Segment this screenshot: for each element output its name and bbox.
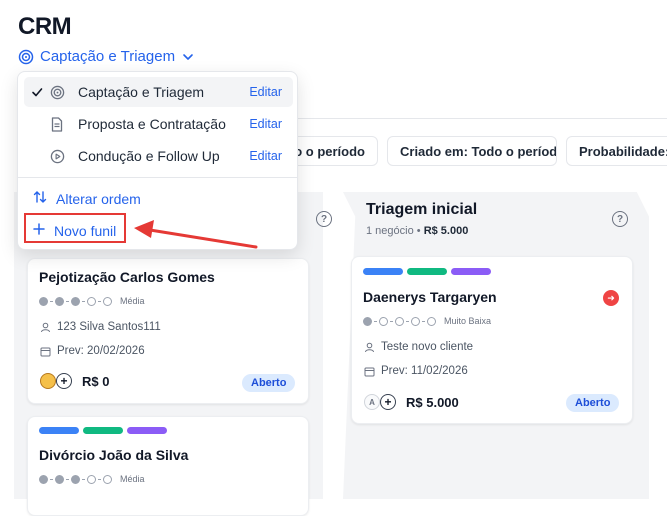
funnel-option-label: Captação e Triagem	[78, 84, 205, 100]
probability-label: Média	[120, 474, 145, 484]
filter-period-label: do o período	[286, 143, 365, 159]
funnel-option-proposta[interactable]: Proposta e Contratação Editar	[24, 109, 293, 139]
tag	[451, 268, 491, 275]
edit-funnel-link[interactable]: Editar	[249, 149, 282, 163]
sort-arrows-icon	[32, 189, 48, 208]
deal-value: A + R$ 5.000	[364, 394, 459, 410]
column-title: Triagem inicial	[366, 201, 478, 218]
dropdown-divider	[18, 177, 297, 178]
tag	[83, 427, 123, 434]
probability-label: Muito Baixa	[444, 316, 492, 326]
deal-contact: Teste novo cliente	[364, 341, 473, 353]
play-circle-icon	[50, 149, 72, 164]
filter-created[interactable]: Criado em: Todo o período	[387, 136, 557, 166]
funnel-selector[interactable]: Captação e Triagem	[18, 48, 195, 65]
probability-label: Média	[120, 296, 145, 306]
probability-indicator: Média	[39, 296, 145, 306]
tag	[407, 268, 447, 275]
chevron-down-icon	[181, 50, 195, 64]
add-participant-icon[interactable]: +	[56, 373, 72, 389]
tag	[127, 427, 167, 434]
deal-due-date: Prev: 11/02/2026	[364, 365, 468, 377]
funnel-option-label: Proposta e Contratação	[78, 116, 226, 132]
funnel-selector-label: Captação e Triagem	[40, 48, 176, 65]
reorder-funnels-button[interactable]: Alterar ordem	[32, 189, 141, 208]
funnel-option-captacao[interactable]: Captação e Triagem Editar	[24, 77, 293, 107]
deal-value-text: R$ 0	[82, 373, 110, 389]
column-count: 1 negócio	[366, 225, 414, 237]
tag	[363, 268, 403, 275]
highlight-box	[24, 213, 126, 243]
probability-indicator: Média	[39, 474, 145, 484]
deal-tags	[39, 427, 167, 434]
deal-contact-text: Teste novo cliente	[381, 341, 474, 353]
deal-due-text: Prev: 11/02/2026	[381, 365, 468, 377]
filter-probability-label: Probabilidade: T	[579, 143, 667, 159]
tag	[39, 427, 79, 434]
deal-value: + R$ 0	[40, 373, 109, 389]
user-icon	[364, 342, 375, 353]
deal-name: Daenerys Targaryen	[363, 289, 497, 305]
deal-contact: 123 Silva Santos111	[40, 321, 161, 333]
help-icon[interactable]: ?	[612, 211, 628, 227]
column-total: R$ 5.000	[423, 225, 469, 237]
deal-tags	[363, 268, 491, 275]
app-title: CRM	[18, 13, 72, 40]
overdue-icon[interactable]: ➜	[603, 290, 619, 306]
calendar-icon	[364, 366, 375, 377]
deal-name: Divórcio João da Silva	[39, 447, 189, 463]
check-icon	[24, 86, 50, 98]
funnel-option-conducao[interactable]: Condução e Follow Up Editar	[24, 141, 293, 171]
edit-funnel-link[interactable]: Editar	[249, 85, 282, 99]
funnel-option-label: Condução e Follow Up	[78, 148, 220, 164]
help-icon[interactable]: ?	[316, 211, 332, 227]
deal-due-date: Prev: 20/02/2026	[40, 345, 145, 357]
tabs-divider	[298, 118, 667, 119]
document-icon	[50, 116, 72, 132]
user-icon	[40, 322, 51, 333]
deal-name: Pejotização Carlos Gomes	[39, 269, 215, 285]
target-icon	[50, 85, 72, 100]
column-summary: 1 negócio • R$ 5.000	[366, 225, 469, 237]
probability-indicator: Muito Baixa	[363, 316, 491, 326]
filter-created-label: Criado em: Todo o período	[400, 143, 557, 159]
edit-funnel-link[interactable]: Editar	[249, 117, 282, 131]
calendar-icon	[40, 346, 51, 357]
avatar[interactable]: A	[364, 394, 380, 410]
reorder-label: Alterar ordem	[56, 190, 141, 207]
status-badge: Aberto	[242, 374, 296, 392]
status-badge: Aberto	[566, 394, 620, 412]
avatar[interactable]	[40, 373, 56, 389]
filter-probability[interactable]: Probabilidade: T	[566, 136, 667, 166]
deal-contact-text: 123 Silva Santos111	[57, 321, 161, 333]
add-participant-icon[interactable]: +	[380, 394, 396, 410]
target-icon	[18, 49, 34, 65]
deal-due-text: Prev: 20/02/2026	[57, 345, 145, 357]
deal-value-text: R$ 5.000	[406, 394, 459, 410]
